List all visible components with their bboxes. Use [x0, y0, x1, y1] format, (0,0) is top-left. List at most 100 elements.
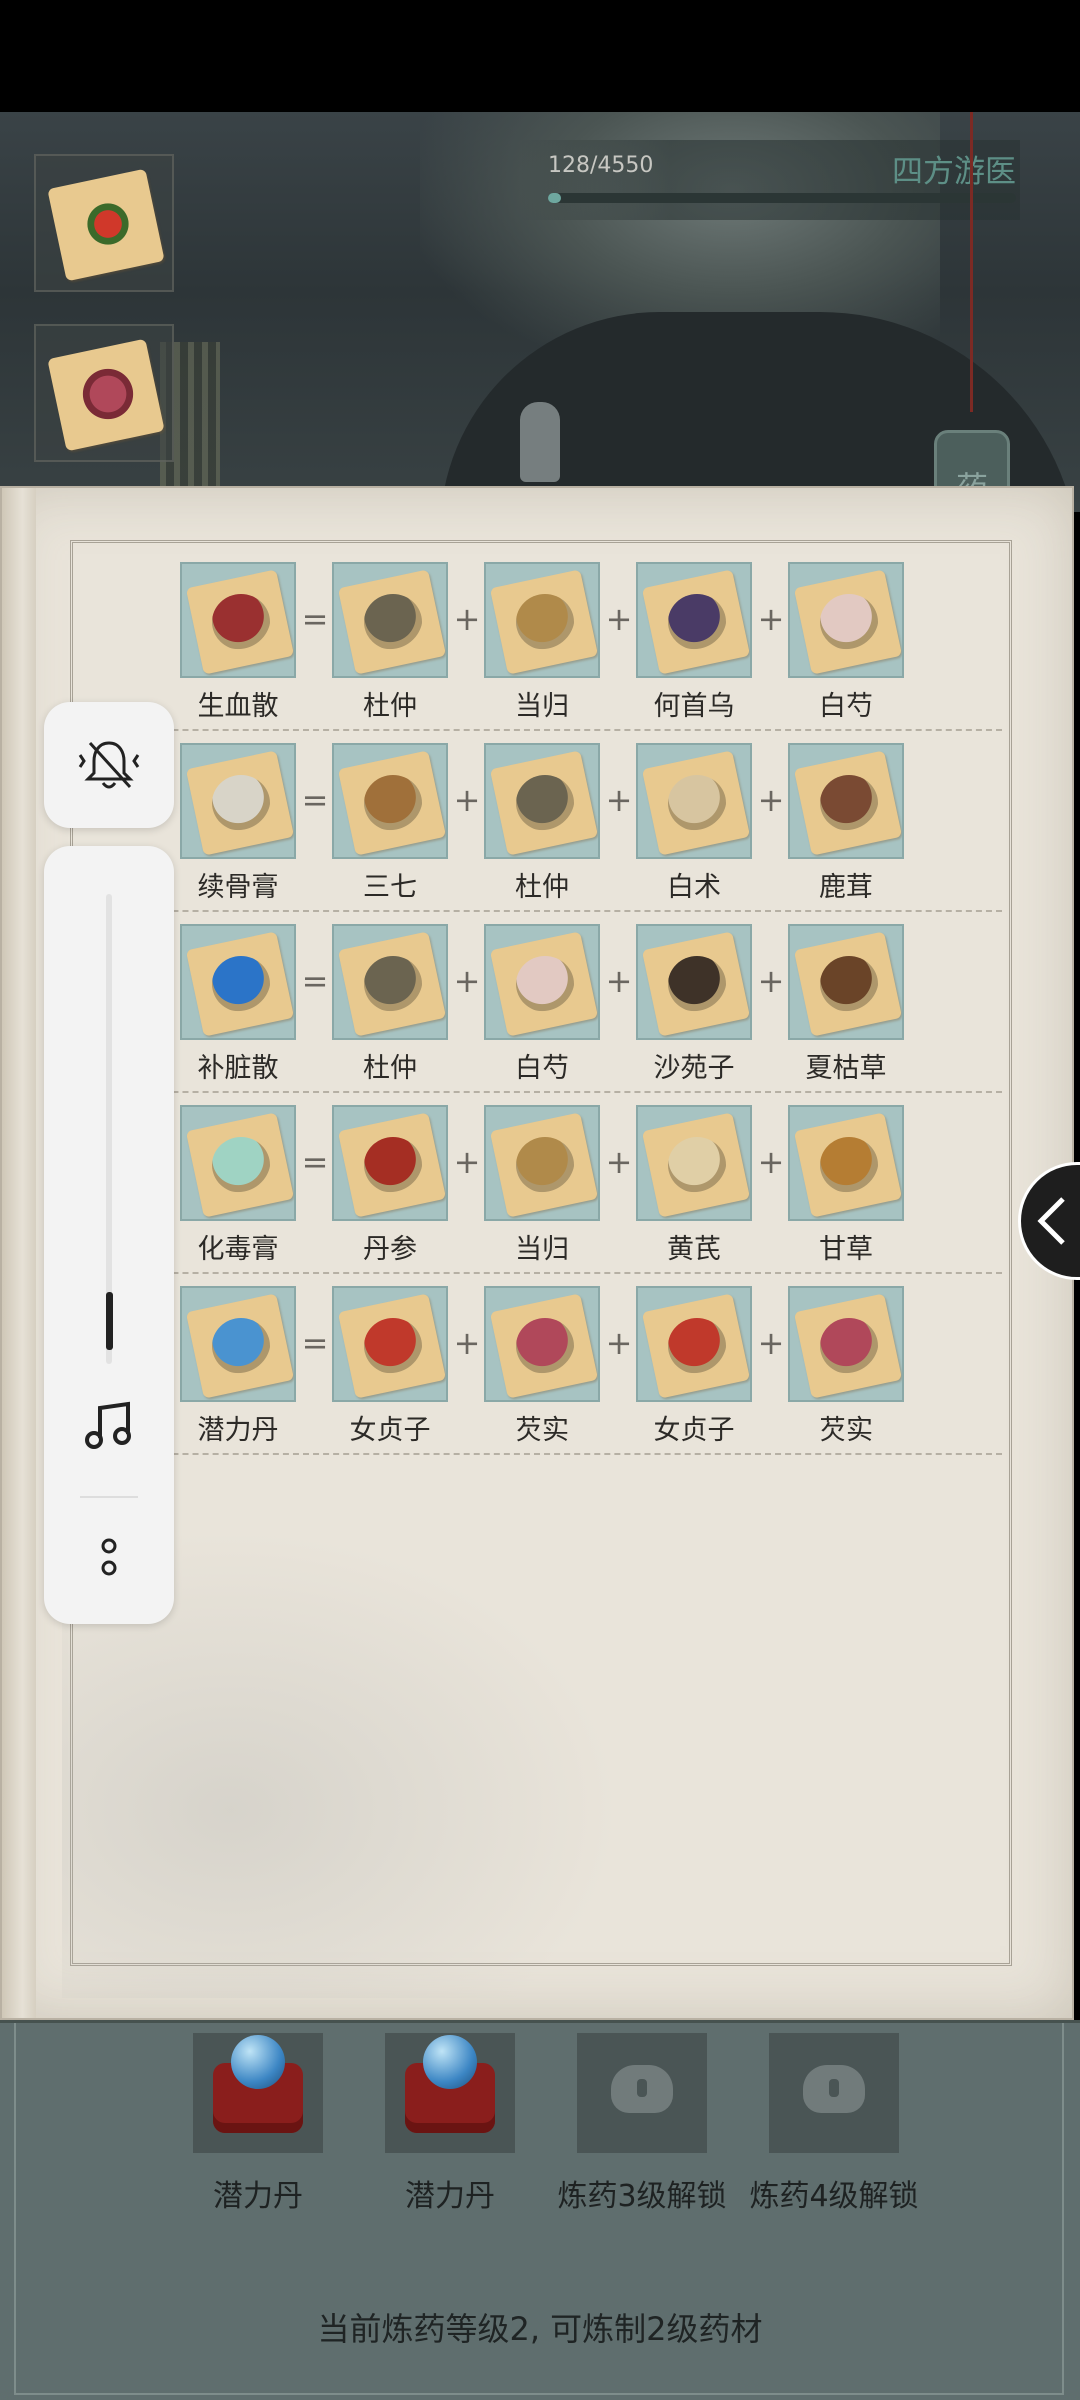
recipe-ingredient[interactable]: 杜仲 — [484, 743, 600, 904]
recipe-row: 化毒膏 = 丹参 + 当归 + 黄芪 + 甘草 — [72, 1105, 1002, 1275]
pill-slot-box — [193, 2033, 323, 2153]
crafting-slot-label: 潜力丹 — [405, 2179, 495, 2214]
recipe-ingredient[interactable]: 当归 — [484, 1105, 600, 1266]
herb-icon — [516, 1137, 574, 1193]
recipe-ingredient[interactable]: 芡实 — [788, 1286, 904, 1447]
result-tile — [180, 562, 296, 678]
ingredient-tile — [332, 1286, 448, 1402]
ingredient-tile — [788, 743, 904, 859]
ingredient-tile — [788, 924, 904, 1040]
crafting-slot[interactable]: 炼药4级解锁 — [734, 2033, 934, 2215]
mute-toggle-button[interactable] — [44, 702, 174, 828]
recipe-ingredient[interactable]: 当归 — [484, 562, 600, 723]
crafting-slot[interactable]: 潜力丹 — [158, 2033, 358, 2215]
recipe-ingredient[interactable]: 黄芪 — [636, 1105, 752, 1266]
row-divider — [72, 729, 1002, 732]
herb-icon — [668, 1137, 726, 1193]
item-name: 三七 — [363, 872, 417, 903]
plus-sign: + — [605, 962, 633, 1000]
item-name: 杜仲 — [515, 872, 569, 903]
recipe-ingredient[interactable]: 鹿茸 — [788, 743, 904, 904]
recipe-ingredient[interactable]: 沙苑子 — [636, 924, 752, 1085]
item-name: 当归 — [515, 691, 569, 722]
herb-icon — [820, 1137, 878, 1193]
herb-icon — [668, 956, 726, 1012]
herb-icon — [364, 1318, 422, 1374]
herb-icon — [364, 775, 422, 831]
recipe-ingredient[interactable]: 女贞子 — [332, 1286, 448, 1447]
item-name: 女贞子 — [349, 1415, 431, 1446]
locked-slot-box — [577, 2033, 707, 2153]
ingredient-tile — [788, 1105, 904, 1221]
recipe-result[interactable]: 生血散 — [180, 562, 296, 723]
more-dots-icon[interactable] — [94, 1536, 124, 1582]
volume-slider-thumb[interactable] — [106, 1292, 113, 1350]
recipe-result[interactable]: 潜力丹 — [180, 1286, 296, 1447]
item-name: 黄芪 — [667, 1234, 721, 1265]
crafting-slot-label: 炼药4级解锁 — [749, 2179, 919, 2214]
equals-sign: = — [301, 962, 329, 1000]
locked-slot-box — [769, 2033, 899, 2153]
recipe-ingredient[interactable]: 何首乌 — [636, 562, 752, 723]
row-divider — [72, 1453, 1002, 1456]
potential-pill-icon — [423, 2035, 477, 2089]
ingredient-tile — [484, 1286, 600, 1402]
recipe-row: 生血散 = 杜仲 + 当归 + 何首乌 + 白芍 — [72, 562, 1002, 732]
plus-sign: + — [453, 600, 481, 638]
item-name: 甘草 — [819, 1234, 873, 1265]
ingredient-tile — [484, 1105, 600, 1221]
experience-bar — [548, 193, 1016, 203]
recipe-result[interactable]: 续骨膏 — [180, 743, 296, 904]
recipe-ingredient[interactable]: 女贞子 — [636, 1286, 752, 1447]
ingredient-tile — [636, 562, 752, 678]
music-note-icon[interactable] — [82, 1398, 136, 1452]
recipe-result[interactable]: 补脏散 — [180, 924, 296, 1085]
plus-sign: + — [757, 962, 785, 1000]
recipe-ingredient[interactable]: 白芍 — [484, 924, 600, 1085]
herb-red-berries-icon — [76, 192, 140, 256]
recipe-ingredient[interactable]: 杜仲 — [332, 924, 448, 1085]
crafting-slot[interactable]: 潜力丹 — [350, 2033, 550, 2215]
item-name: 当归 — [515, 1234, 569, 1265]
recipe-ingredient[interactable]: 丹参 — [332, 1105, 448, 1266]
herb-icon — [212, 956, 270, 1012]
experience-text: 128/4550 — [548, 153, 654, 178]
plus-sign: + — [605, 600, 633, 638]
plus-sign: + — [757, 1324, 785, 1362]
item-name: 夏枯草 — [805, 1053, 887, 1084]
potential-pill-icon — [231, 2035, 285, 2089]
row-divider — [72, 1091, 1002, 1094]
inventory-slot-1[interactable] — [34, 154, 174, 292]
volume-divider — [80, 1496, 138, 1498]
keyhole-icon — [829, 2079, 839, 2097]
recipe-ingredient[interactable]: 三七 — [332, 743, 448, 904]
recipe-result[interactable]: 化毒膏 — [180, 1105, 296, 1266]
recipe-ingredient[interactable]: 白芍 — [788, 562, 904, 723]
chevron-left-icon — [1037, 1197, 1065, 1245]
recipe-ingredient[interactable]: 夏枯草 — [788, 924, 904, 1085]
herb-red-seeds-icon — [76, 362, 140, 426]
equals-sign: = — [301, 781, 329, 819]
recipe-ingredient[interactable]: 杜仲 — [332, 562, 448, 723]
result-tile — [180, 743, 296, 859]
equals-sign: = — [301, 1324, 329, 1362]
item-name: 杜仲 — [363, 1053, 417, 1084]
plus-sign: + — [453, 962, 481, 1000]
recipe-ingredient[interactable]: 白术 — [636, 743, 752, 904]
recipe-row: 续骨膏 = 三七 + 杜仲 + 白术 + 鹿茸 — [72, 743, 1002, 913]
herb-icon — [668, 594, 726, 650]
plus-sign: + — [453, 1324, 481, 1362]
ingredient-tile — [484, 562, 600, 678]
bell-off-vibrate-icon — [78, 741, 140, 789]
item-name: 鹿茸 — [819, 872, 873, 903]
recipe-ingredient[interactable]: 芡实 — [484, 1286, 600, 1447]
herb-icon — [820, 775, 878, 831]
ingredient-tile — [788, 562, 904, 678]
keyhole-icon — [637, 2079, 647, 2097]
recipe-ingredient[interactable]: 甘草 — [788, 1105, 904, 1266]
herb-icon — [364, 1137, 422, 1193]
item-name: 续骨膏 — [197, 872, 279, 903]
herb-icon — [364, 956, 422, 1012]
inventory-slot-2[interactable] — [34, 324, 174, 462]
crafting-slot[interactable]: 炼药3级解锁 — [542, 2033, 742, 2215]
